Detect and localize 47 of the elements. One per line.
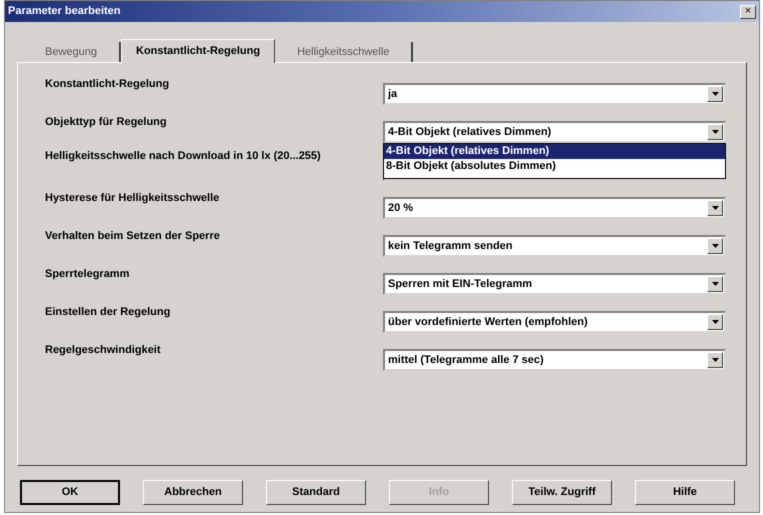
window-title: Parameter bearbeiten	[8, 4, 120, 20]
dropdown-value: Sperren mit EIN-Telegramm	[388, 276, 532, 292]
caret-icon	[712, 358, 718, 362]
dropdown-button[interactable]	[707, 314, 723, 330]
dialog-button[interactable]: OK	[20, 480, 120, 505]
caret-icon	[712, 92, 718, 96]
dropdown-button[interactable]	[707, 238, 723, 254]
parameter-dropdown[interactable]: ja	[383, 83, 726, 105]
parameter-dropdown[interactable]: über vordefinierte Werten (empfohlen)	[383, 311, 726, 333]
caret-icon	[712, 130, 718, 134]
parameter-dropdown[interactable]: 20 %	[383, 197, 726, 219]
parameter-label: Verhalten beim Setzen der Sperre	[45, 229, 221, 243]
parameter-dropdown[interactable]: kein Telegramm senden	[383, 235, 726, 257]
parameter-label: Einstellen der Regelung	[45, 305, 172, 319]
dropdown-value: kein Telegramm senden	[388, 238, 513, 254]
parameter-label: Objekttyp für Regelung	[45, 115, 168, 129]
tab[interactable]: Konstantlicht-Regelung	[121, 39, 276, 63]
dropdown-value: 4-Bit Objekt (relatives Dimmen)	[388, 124, 552, 140]
dropdown-value: 20 %	[388, 200, 414, 216]
caret-icon	[712, 282, 718, 286]
caret-icon	[712, 244, 718, 248]
parameter-dropdown[interactable]: 4-Bit Objekt (relatives Dimmen)	[383, 121, 726, 143]
parameter-dropdown[interactable]: Sperren mit EIN-Telegramm	[383, 273, 726, 295]
dropdown-button[interactable]	[707, 352, 723, 368]
dropdown-button[interactable]	[707, 86, 723, 102]
close-button[interactable]: ×	[740, 4, 756, 18]
caret-icon	[712, 206, 718, 210]
parameter-label: Helligkeitsschwelle nach Download in 10 lx (20...255)	[45, 149, 322, 163]
dialog-button[interactable]: Standard	[266, 480, 366, 505]
dropdown-option[interactable]: 8-Bit Objekt (absolutes Dimmen)	[384, 159, 725, 174]
dialog-button[interactable]: Abbrechen	[143, 480, 243, 505]
tab[interactable]: Helligkeitsschwelle	[275, 42, 414, 62]
parameter-label: Hysterese für Helligkeitsschwelle	[45, 191, 220, 205]
dropdown-value: mittel (Telegramme alle 7 sec)	[388, 352, 544, 368]
dropdown-value: über vordefinierte Werten (empfohlen)	[388, 314, 588, 330]
caret-icon	[712, 320, 718, 324]
dropdown-value: ja	[388, 86, 398, 102]
parameter-label: Konstantlicht-Regelung	[45, 77, 170, 91]
dialog-button[interactable]: Teilw. Zugriff	[512, 480, 612, 505]
dialog-button[interactable]: Hilfe	[635, 480, 735, 505]
parameter-dropdown[interactable]: mittel (Telegramme alle 7 sec)	[383, 349, 726, 371]
dropdown-button[interactable]	[707, 124, 723, 140]
dropdown-option[interactable]: 4-Bit Objekt (relatives Dimmen)	[384, 144, 725, 159]
dropdown-button[interactable]	[707, 200, 723, 216]
dropdown-button[interactable]	[707, 276, 723, 292]
parameter-label: Regelgeschwindigkeit	[45, 343, 162, 357]
parameter-label: Sperrtelegramm	[45, 267, 130, 281]
